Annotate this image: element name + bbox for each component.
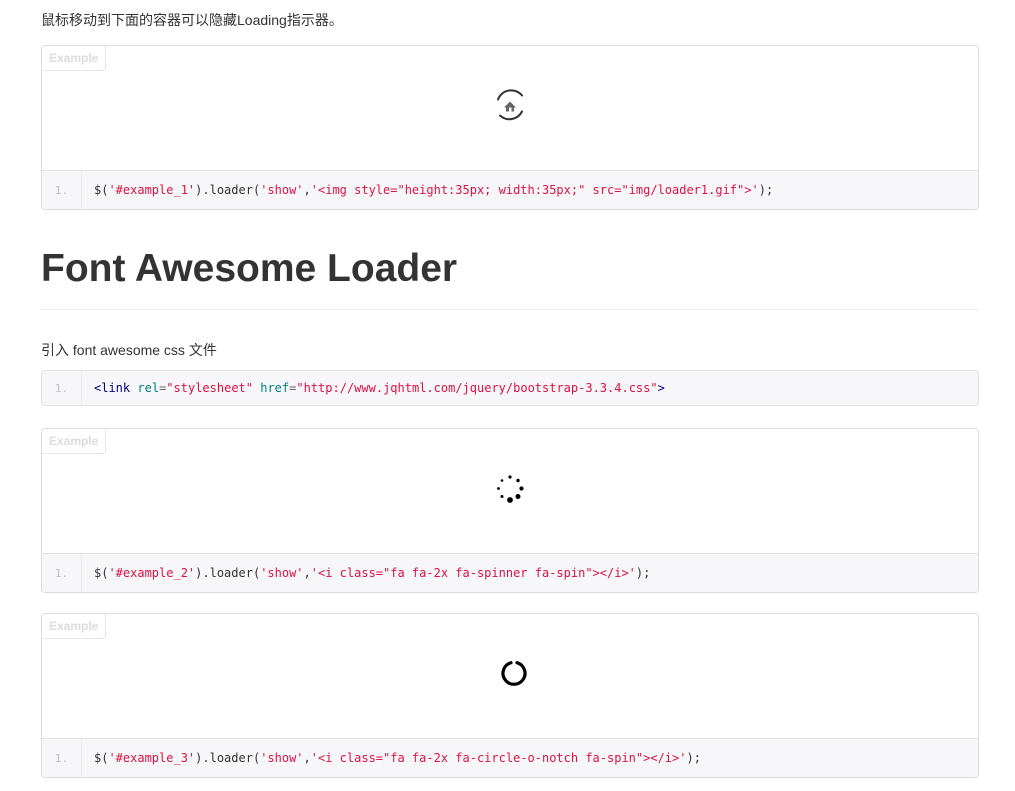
section-title: Font Awesome Loader [41, 247, 458, 290]
divider [41, 309, 979, 310]
example-1-code: 1. $('#example_1').loader('show','<img s… [42, 171, 978, 209]
line-number: 1. [42, 739, 82, 777]
link-code-block: 1. <link rel="stylesheet" href="http://w… [41, 370, 979, 406]
example-3-code: 1. $('#example_3').loader('show','<i cla… [42, 739, 978, 777]
example-1-preview[interactable]: Example [42, 46, 978, 171]
code-text: $('#example_1').loader('show','<img styl… [94, 183, 774, 197]
example-label: Example [42, 46, 107, 71]
intro-text: 鼠标移动到下面的容器可以隐藏Loading指示器。 [41, 12, 343, 28]
section-subtext: 引入 font awesome css 文件 [41, 342, 217, 358]
code-text: $('#example_3').loader('show','<i class=… [94, 751, 701, 765]
home-spinner-icon [492, 86, 528, 131]
example-2-container[interactable]: Example 1. $('#example_2').loader('show'… [41, 428, 979, 593]
line-number: 1. [42, 371, 82, 405]
circle-notch-icon [499, 659, 529, 694]
example-label: Example [42, 614, 107, 639]
example-3-preview[interactable]: Example [42, 614, 978, 739]
example-3-container[interactable]: Example 1. $('#example_3').loader('show'… [41, 613, 979, 778]
page: 鼠标移动到下面的容器可以隐藏Loading指示器。 Example 1. $('… [0, 0, 1015, 791]
line-number: 1. [42, 554, 82, 592]
dot-spinner-icon [495, 474, 525, 509]
code-text: <link rel="stylesheet" href="http://www.… [94, 381, 665, 395]
code-text: $('#example_2').loader('show','<i class=… [94, 566, 651, 580]
example-label: Example [42, 429, 107, 454]
example-1-container[interactable]: Example 1. $('#example_1').loader('show'… [41, 45, 979, 210]
example-2-code: 1. $('#example_2').loader('show','<i cla… [42, 554, 978, 592]
example-2-preview[interactable]: Example [42, 429, 978, 554]
line-number: 1. [42, 171, 82, 209]
